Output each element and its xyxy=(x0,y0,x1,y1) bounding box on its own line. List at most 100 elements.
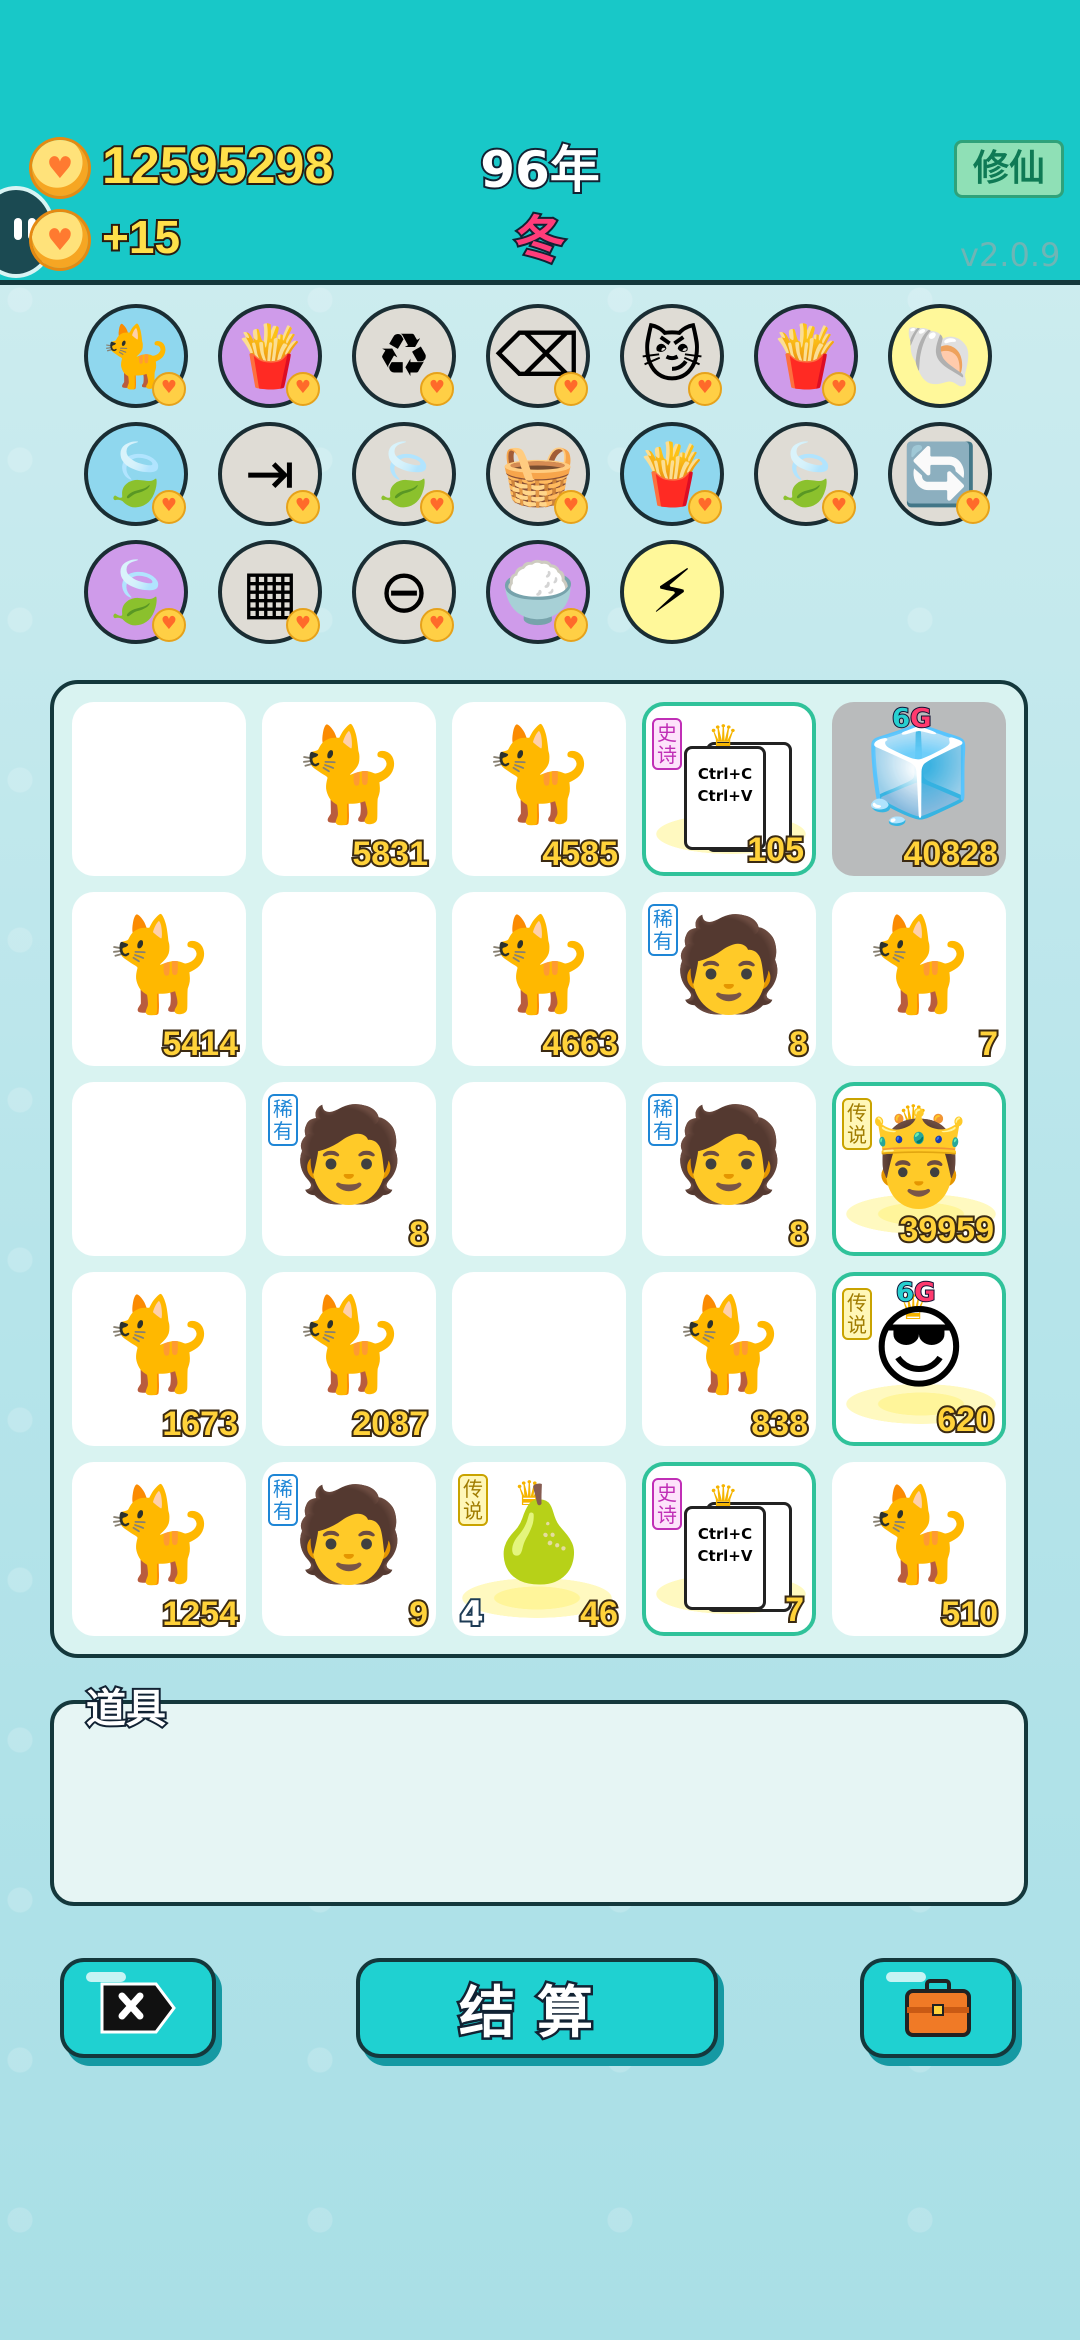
tools-label: 道具 xyxy=(84,1684,168,1734)
settle-button[interactable]: 结算 xyxy=(356,1958,718,2058)
rarity-tag: 史诗 xyxy=(652,718,682,770)
cat-icon: 🐈 xyxy=(481,911,597,1018)
item-rice-bowl-slot[interactable]: 🍚 ♥ xyxy=(486,540,590,644)
coin-badge-icon: ♥ xyxy=(286,372,320,406)
empty-slot[interactable] xyxy=(452,1082,626,1256)
6g-badge: 6G xyxy=(891,703,932,735)
slot-cat[interactable]: 🐈 838 xyxy=(642,1272,816,1446)
slot-king[interactable]: ♛ 🤴 传说 39959 xyxy=(832,1082,1006,1256)
slot-face[interactable]: 🧑 稀有 8 xyxy=(642,1082,816,1256)
slot-value: 2087 xyxy=(350,1403,430,1445)
item-leaf-slot[interactable]: 🍃 ♥ xyxy=(84,540,188,644)
badge-number: 6 xyxy=(895,1277,915,1309)
ctrl-cv-text: Ctrl+C xyxy=(697,765,753,783)
coin-badge-icon: ♥ xyxy=(822,490,856,524)
slot-value: 8 xyxy=(787,1023,810,1065)
slot-sunglasses[interactable]: ♛ 😎 6G 传说 620 xyxy=(832,1272,1006,1446)
slot-cat[interactable]: 🐈 1673 xyxy=(72,1272,246,1446)
year-label: 96年 xyxy=(478,139,602,201)
slot-cat[interactable]: 🐈 7 xyxy=(832,892,1006,1066)
item-leaf-slot[interactable]: 🍃 ♥ xyxy=(84,422,188,526)
slot-cat[interactable]: 🐈 1254 xyxy=(72,1462,246,1636)
item-minus-slot[interactable]: ⊖ ♥ xyxy=(352,540,456,644)
empty-slot[interactable] xyxy=(72,702,246,876)
slot-value: 7 xyxy=(783,1589,806,1631)
slot-count: 4 xyxy=(458,1592,486,1636)
coin-income: +15 xyxy=(100,209,182,265)
coin-income-icon: ♥ xyxy=(32,212,88,268)
ctrl-cv-icon: Ctrl+C Ctrl+V xyxy=(684,1506,766,1610)
bag-button[interactable] xyxy=(860,1958,1016,2058)
slot-face[interactable]: 🧑 稀有 8 xyxy=(262,1082,436,1256)
item-lightning-slot[interactable]: ⚡ xyxy=(620,540,724,644)
coin-badge-icon: ♥ xyxy=(822,372,856,406)
slot-value: 8 xyxy=(787,1213,810,1255)
coin-badge-icon: ♥ xyxy=(286,608,320,642)
item-recycle-slot[interactable]: ♻ ♥ xyxy=(352,304,456,408)
lightning-icon: ⚡ xyxy=(650,557,694,627)
item-shell-slot[interactable]: 🐚 xyxy=(888,304,992,408)
empty-slot[interactable] xyxy=(452,1272,626,1446)
slot-value: 5414 xyxy=(160,1023,240,1065)
slot-value: 838 xyxy=(749,1403,810,1445)
item-leaf-slot[interactable]: 🍃 ♥ xyxy=(754,422,858,526)
slot-ctrl[interactable]: ♛ Ctrl+C Ctrl+V 史诗 105 xyxy=(642,702,816,876)
slot-face[interactable]: 🧑 稀有 9 xyxy=(262,1462,436,1636)
empty-slot[interactable] xyxy=(72,1082,246,1256)
slot-cat[interactable]: 🐈 5414 xyxy=(72,892,246,1066)
slot-value: 7 xyxy=(977,1023,1000,1065)
cat-icon: 🐈 xyxy=(101,911,217,1018)
item-refresh-slot[interactable]: 🔄 ♥ xyxy=(888,422,992,526)
version-label: v2.0.9 xyxy=(960,236,1061,274)
ctrl-cv-text: Ctrl+C xyxy=(697,1525,753,1543)
item-skip-slot[interactable]: ⇥ ♥ xyxy=(218,422,322,526)
6g-badge: 6G xyxy=(895,1277,936,1309)
slot-cat[interactable]: 🐈 5831 xyxy=(262,702,436,876)
item-owl-cats-slot[interactable]: 😼 ♥ xyxy=(620,304,724,408)
coin-badge-icon: ♥ xyxy=(554,372,588,406)
slot-value: 1673 xyxy=(160,1403,240,1445)
slot-cat[interactable]: 🐈 4585 xyxy=(452,702,626,876)
slot-value: 9 xyxy=(407,1593,430,1635)
item-fries-slot[interactable]: 🍟 ♥ xyxy=(754,304,858,408)
cat-icon: 🐈 xyxy=(291,1291,407,1398)
item-fries-slot[interactable]: 🍟 ♥ xyxy=(218,304,322,408)
ctrl-cv-text: Ctrl+V xyxy=(697,1547,753,1565)
slot-value: 46 xyxy=(578,1593,620,1635)
slot-face[interactable]: 🧑 稀有 8 xyxy=(642,892,816,1066)
slot-board: 🐈 5831 🐈 4585 ♛ Ctrl+C Ctrl+V 史诗 105 🧊 6G 40828 🐈 541… xyxy=(50,680,1028,1658)
slot-cat[interactable]: 🐈 2087 xyxy=(262,1272,436,1446)
coin-total: 12595298 xyxy=(100,135,335,197)
delete-button[interactable] xyxy=(60,1958,216,2058)
slot-pear[interactable]: ♛ 🍐 传说 4 46 xyxy=(452,1462,626,1636)
coin-badge-icon: ♥ xyxy=(152,608,186,642)
coin-badge-icon: ♥ xyxy=(286,490,320,524)
slot-fridge[interactable]: 🧊 6G 40828 xyxy=(832,702,1006,876)
slot-value: 5831 xyxy=(350,833,430,875)
item-sugar-cubes-slot[interactable]: ▦ ♥ xyxy=(218,540,322,644)
cultivation-button[interactable]: 修仙 xyxy=(954,140,1064,198)
item-fries-slot[interactable]: 🍟 ♥ xyxy=(620,422,724,526)
cat-icon: 🐈 xyxy=(671,1291,787,1398)
cat-icon: 🐈 xyxy=(101,1291,217,1398)
slot-value: 510 xyxy=(939,1593,1000,1635)
cat-icon: 🐈 xyxy=(101,1481,217,1588)
item-delete-tag-slot[interactable]: ⌫ ♥ xyxy=(486,304,590,408)
slot-cat[interactable]: 🐈 510 xyxy=(832,1462,1006,1636)
item-leaf-slot[interactable]: 🍃 ♥ xyxy=(352,422,456,526)
shell-icon: 🐚 xyxy=(902,321,978,392)
season-label: 冬 xyxy=(513,209,567,271)
badge-number: 6 xyxy=(891,703,911,735)
slot-value: 4663 xyxy=(540,1023,620,1065)
coin-badge-icon: ♥ xyxy=(420,490,454,524)
rarity-tag: 稀有 xyxy=(648,1094,678,1146)
empty-slot[interactable] xyxy=(262,892,436,1066)
badge-letter: G xyxy=(913,1277,936,1309)
item-fruit-basket-slot[interactable]: 🧺 ♥ xyxy=(486,422,590,526)
coin-badge-icon: ♥ xyxy=(688,372,722,406)
rarity-tag: 稀有 xyxy=(268,1474,298,1526)
coin-badge-icon: ♥ xyxy=(152,372,186,406)
slot-ctrl[interactable]: ♛ Ctrl+C Ctrl+V 史诗 7 xyxy=(642,1462,816,1636)
item-cat-slot[interactable]: 🐈 ♥ xyxy=(84,304,188,408)
slot-cat[interactable]: 🐈 4663 xyxy=(452,892,626,1066)
